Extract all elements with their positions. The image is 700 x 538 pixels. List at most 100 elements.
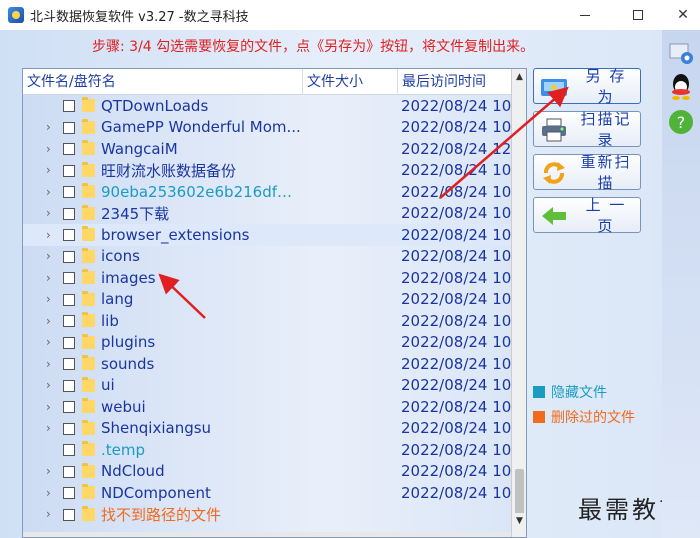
expand-chevron-icon[interactable]: › — [46, 206, 56, 220]
item-name: GamePP Wonderful Mom... — [101, 118, 301, 137]
help-icon[interactable]: ? — [667, 108, 695, 136]
previous-page-button[interactable]: 上 一 页 — [533, 196, 641, 235]
minimize-button[interactable] — [562, 0, 608, 30]
expand-chevron-icon[interactable]: › — [46, 228, 56, 242]
vertical-scrollbar[interactable]: ▲ ▼ — [511, 69, 526, 537]
expand-chevron-icon[interactable]: › — [46, 507, 56, 521]
row-checkbox[interactable] — [63, 465, 75, 478]
list-item[interactable]: › NdCloud 2022/08/24 10:2 — [23, 461, 511, 483]
refresh-icon — [543, 162, 565, 184]
item-name: lib — [101, 311, 119, 330]
folder-icon — [82, 290, 95, 306]
folder-icon — [82, 204, 95, 220]
folder-icon — [82, 140, 95, 155]
list-item[interactable]: › ui 2022/08/24 10:2 — [23, 375, 511, 397]
expand-chevron-icon[interactable]: › — [46, 185, 56, 199]
expand-chevron-icon[interactable]: › — [46, 464, 56, 478]
row-checkbox[interactable] — [63, 121, 75, 134]
expand-chevron-icon[interactable]: › — [46, 163, 56, 177]
row-checkbox[interactable] — [63, 444, 75, 456]
column-header-time[interactable]: 最后访问时间 — [398, 69, 511, 95]
expand-chevron-icon[interactable]: › — [46, 378, 56, 392]
list-item[interactable]: .temp 2022/08/24 10:2 — [23, 439, 511, 461]
sort-caret-icon: ^ — [343, 75, 350, 84]
list-item[interactable]: › lang 2022/08/24 10:2 — [23, 289, 511, 311]
column-header-size[interactable]: ^ 文件大小 — [303, 69, 398, 95]
row-checkbox[interactable] — [63, 487, 75, 499]
list-item[interactable]: › images 2022/08/24 10:2 — [23, 267, 511, 289]
row-checkbox[interactable] — [63, 143, 75, 155]
row-checkbox[interactable] — [63, 293, 75, 306]
svg-text:?: ? — [677, 113, 686, 132]
expand-chevron-icon[interactable]: › — [46, 271, 56, 285]
folder-icon — [82, 376, 95, 392]
list-item[interactable]: › browser_extensions 2022/08/24 10:2 — [23, 224, 511, 246]
expand-chevron-icon[interactable]: › — [46, 120, 56, 134]
list-item[interactable]: › NDComponent 2022/08/24 10:2 — [23, 482, 511, 504]
list-item[interactable]: › webui 2022/08/24 10:2 — [23, 396, 511, 418]
expand-chevron-icon[interactable]: › — [46, 421, 56, 435]
legend-deleted-label: 删除过的文件 — [551, 410, 635, 426]
item-name: webui — [101, 397, 146, 416]
scroll-up-icon[interactable]: ▲ — [512, 69, 526, 85]
file-tree-list[interactable]: 文件名/盘符名 ^ 文件大小 最后访问时间 QTDownLoads 2022/08… — [22, 68, 527, 538]
expand-chevron-icon[interactable]: › — [46, 142, 56, 156]
row-checkbox[interactable] — [63, 315, 75, 327]
folder-icon — [82, 226, 95, 241]
row-checkbox[interactable] — [63, 250, 75, 263]
row-checkbox[interactable] — [63, 229, 75, 241]
row-checkbox[interactable] — [63, 336, 75, 349]
item-name: lang — [101, 290, 134, 309]
list-item[interactable]: › Shenqixiangsu 2022/08/24 10:2 — [23, 418, 511, 440]
list-item[interactable]: › icons 2022/08/24 10:2 — [23, 246, 511, 268]
list-item[interactable]: › GamePP Wonderful Mom... 2022/08/24 10:2 — [23, 117, 511, 139]
scroll-thumb[interactable] — [515, 469, 524, 519]
folder-icon — [82, 484, 95, 499]
list-item[interactable]: › lib 2022/08/24 10:2 — [23, 310, 511, 332]
row-checkbox[interactable] — [63, 272, 75, 284]
item-name: browser_extensions — [101, 225, 250, 244]
row-checkbox[interactable] — [63, 508, 75, 521]
item-last-access-time: 2022/08/24 10:2 — [401, 225, 511, 244]
column-header-name[interactable]: 文件名/盘符名 — [23, 69, 303, 95]
expand-chevron-icon[interactable]: › — [46, 249, 56, 263]
maximize-button[interactable] — [615, 0, 661, 30]
save-as-button[interactable]: 另 存 为 — [533, 67, 641, 106]
list-item[interactable]: › 旺财流水账数据备份 2022/08/24 10:5 — [23, 160, 511, 182]
list-item[interactable]: › WangcaiM 2022/08/24 12:4 — [23, 138, 511, 160]
folder-icon — [82, 505, 95, 521]
close-button[interactable]: ✕ — [660, 0, 700, 30]
list-item[interactable]: › 2345下载 2022/08/24 10:2 — [23, 203, 511, 225]
settings-icon[interactable] — [667, 38, 695, 66]
expand-chevron-icon[interactable]: › — [46, 486, 56, 500]
save-as-label: 另 存 为 — [585, 67, 627, 106]
row-checkbox[interactable] — [63, 100, 75, 112]
qq-icon[interactable] — [667, 72, 695, 100]
list-item[interactable]: › 90eba253602e6b216dfab3... 2022/08/24 10:… — [23, 181, 511, 203]
item-name: 旺财流水账数据备份 — [101, 161, 237, 180]
row-checkbox[interactable] — [63, 379, 75, 392]
item-name: plugins — [101, 333, 156, 352]
row-checkbox[interactable] — [63, 186, 75, 198]
scroll-down-icon[interactable]: ▼ — [512, 513, 526, 529]
list-item[interactable]: › 找不到路径的文件 — [23, 504, 511, 526]
expand-chevron-icon[interactable]: › — [46, 335, 56, 349]
rescan-button[interactable]: 重新扫描 — [533, 153, 641, 192]
expand-chevron-icon[interactable]: › — [46, 400, 56, 414]
folder-icon — [82, 312, 95, 327]
list-item[interactable]: QTDownLoads 2022/08/24 10:2 — [23, 95, 511, 117]
expand-chevron-icon[interactable]: › — [46, 357, 56, 371]
expand-chevron-icon[interactable]: › — [46, 292, 56, 306]
item-last-access-time: 2022/08/24 10:2 — [401, 247, 511, 266]
list-item[interactable]: › sounds 2022/08/24 10:2 — [23, 353, 511, 375]
expand-chevron-icon[interactable]: › — [46, 314, 56, 328]
row-checkbox[interactable] — [63, 207, 75, 220]
list-item[interactable]: › plugins 2022/08/24 10:2 — [23, 332, 511, 354]
list-header: 文件名/盘符名 ^ 文件大小 最后访问时间 — [23, 69, 511, 95]
row-checkbox[interactable] — [63, 422, 75, 435]
horizontal-scrollbar[interactable] — [23, 532, 511, 537]
scan-records-button[interactable]: 扫描记录 — [533, 110, 641, 149]
row-checkbox[interactable] — [63, 164, 75, 177]
row-checkbox[interactable] — [63, 401, 75, 413]
row-checkbox[interactable] — [63, 358, 75, 370]
